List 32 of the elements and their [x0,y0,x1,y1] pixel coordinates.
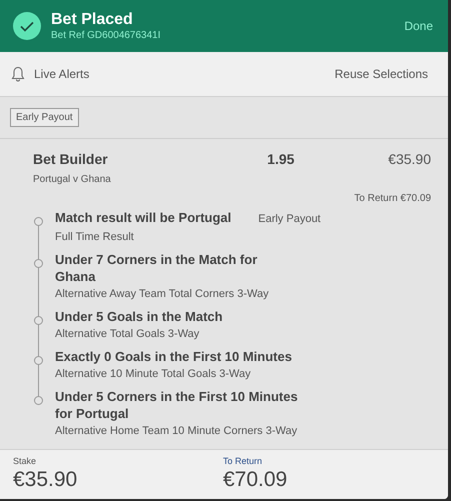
timeline-line [38,266,39,316]
selection-name: Exactly 0 Goals in the First 10 Minutes [55,348,292,364]
return-label: To Return [223,456,264,467]
timeline-line [38,364,39,396]
event-name: Portugal v Ghana [33,173,112,187]
selection-name: Under 5 Goals in the Match [55,308,223,324]
bet-odds: 1.95 [267,150,296,169]
market-name: Alternative 10 Minute Total Goals 3-Way [55,366,252,380]
done-button[interactable]: Done [404,17,433,35]
bet-stake: €35.90 [388,150,431,169]
market-name: Alternative Away Team Total Corners 3-Way [55,286,270,300]
timeline-line [38,324,39,356]
early-payout-label: Early Payout [258,212,321,227]
stake-amount: €35.90 [13,467,78,493]
market-name: Full Time Result [55,230,135,244]
selection-name: Under 7 Corners in the Match for Ghana [55,250,258,284]
timeline-line [38,225,39,260]
bet-title: Bet Builder [33,150,109,169]
selection-name: Under 5 Corners in the First 10 Minutes for Portugal [55,388,299,422]
to-return-text: To Return €70.09 [354,192,431,206]
early-payout-tag: Early Payout [10,108,79,127]
market-name: Alternative Total Goals 3-Way [55,326,200,340]
bet-reference: Bet Ref GD6004676341I [51,28,162,42]
market-name: Alternative Home Team 10 Minute Corners 3-Way [55,424,298,438]
reuse-selections-button[interactable]: Reuse Selections [334,65,428,83]
check-icon [13,12,41,40]
bell-icon [11,66,25,82]
return-amount: €70.09 [223,467,288,493]
stake-label: Stake [13,456,38,467]
header-title: Bet Placed [51,10,134,28]
selection-name: Match result will be Portugal [55,209,232,226]
live-alerts-button[interactable]: Live Alerts [11,65,90,83]
